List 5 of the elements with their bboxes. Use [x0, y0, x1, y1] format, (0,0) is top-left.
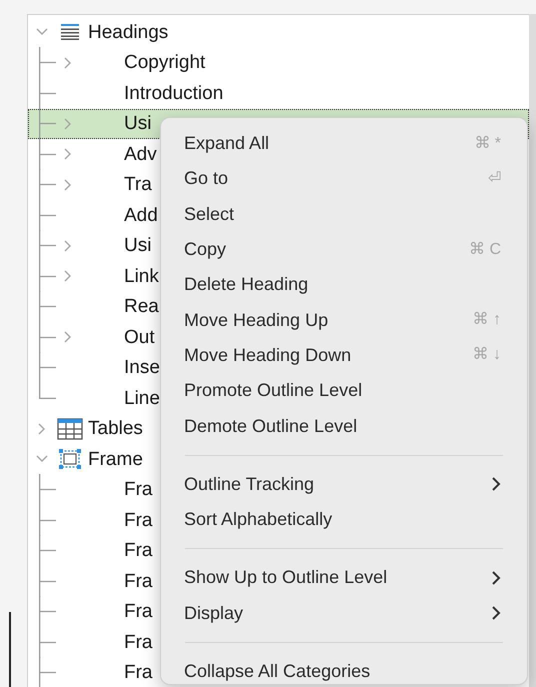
shortcut-label: ⌘ *: [474, 134, 501, 154]
shortcut-label: ⌘ C: [469, 240, 501, 260]
shortcut-label: ⌘ ↓: [472, 345, 501, 366]
shortcut-label: ⏎: [488, 168, 501, 189]
shortcut-label: ⌘ ↑: [472, 310, 501, 330]
